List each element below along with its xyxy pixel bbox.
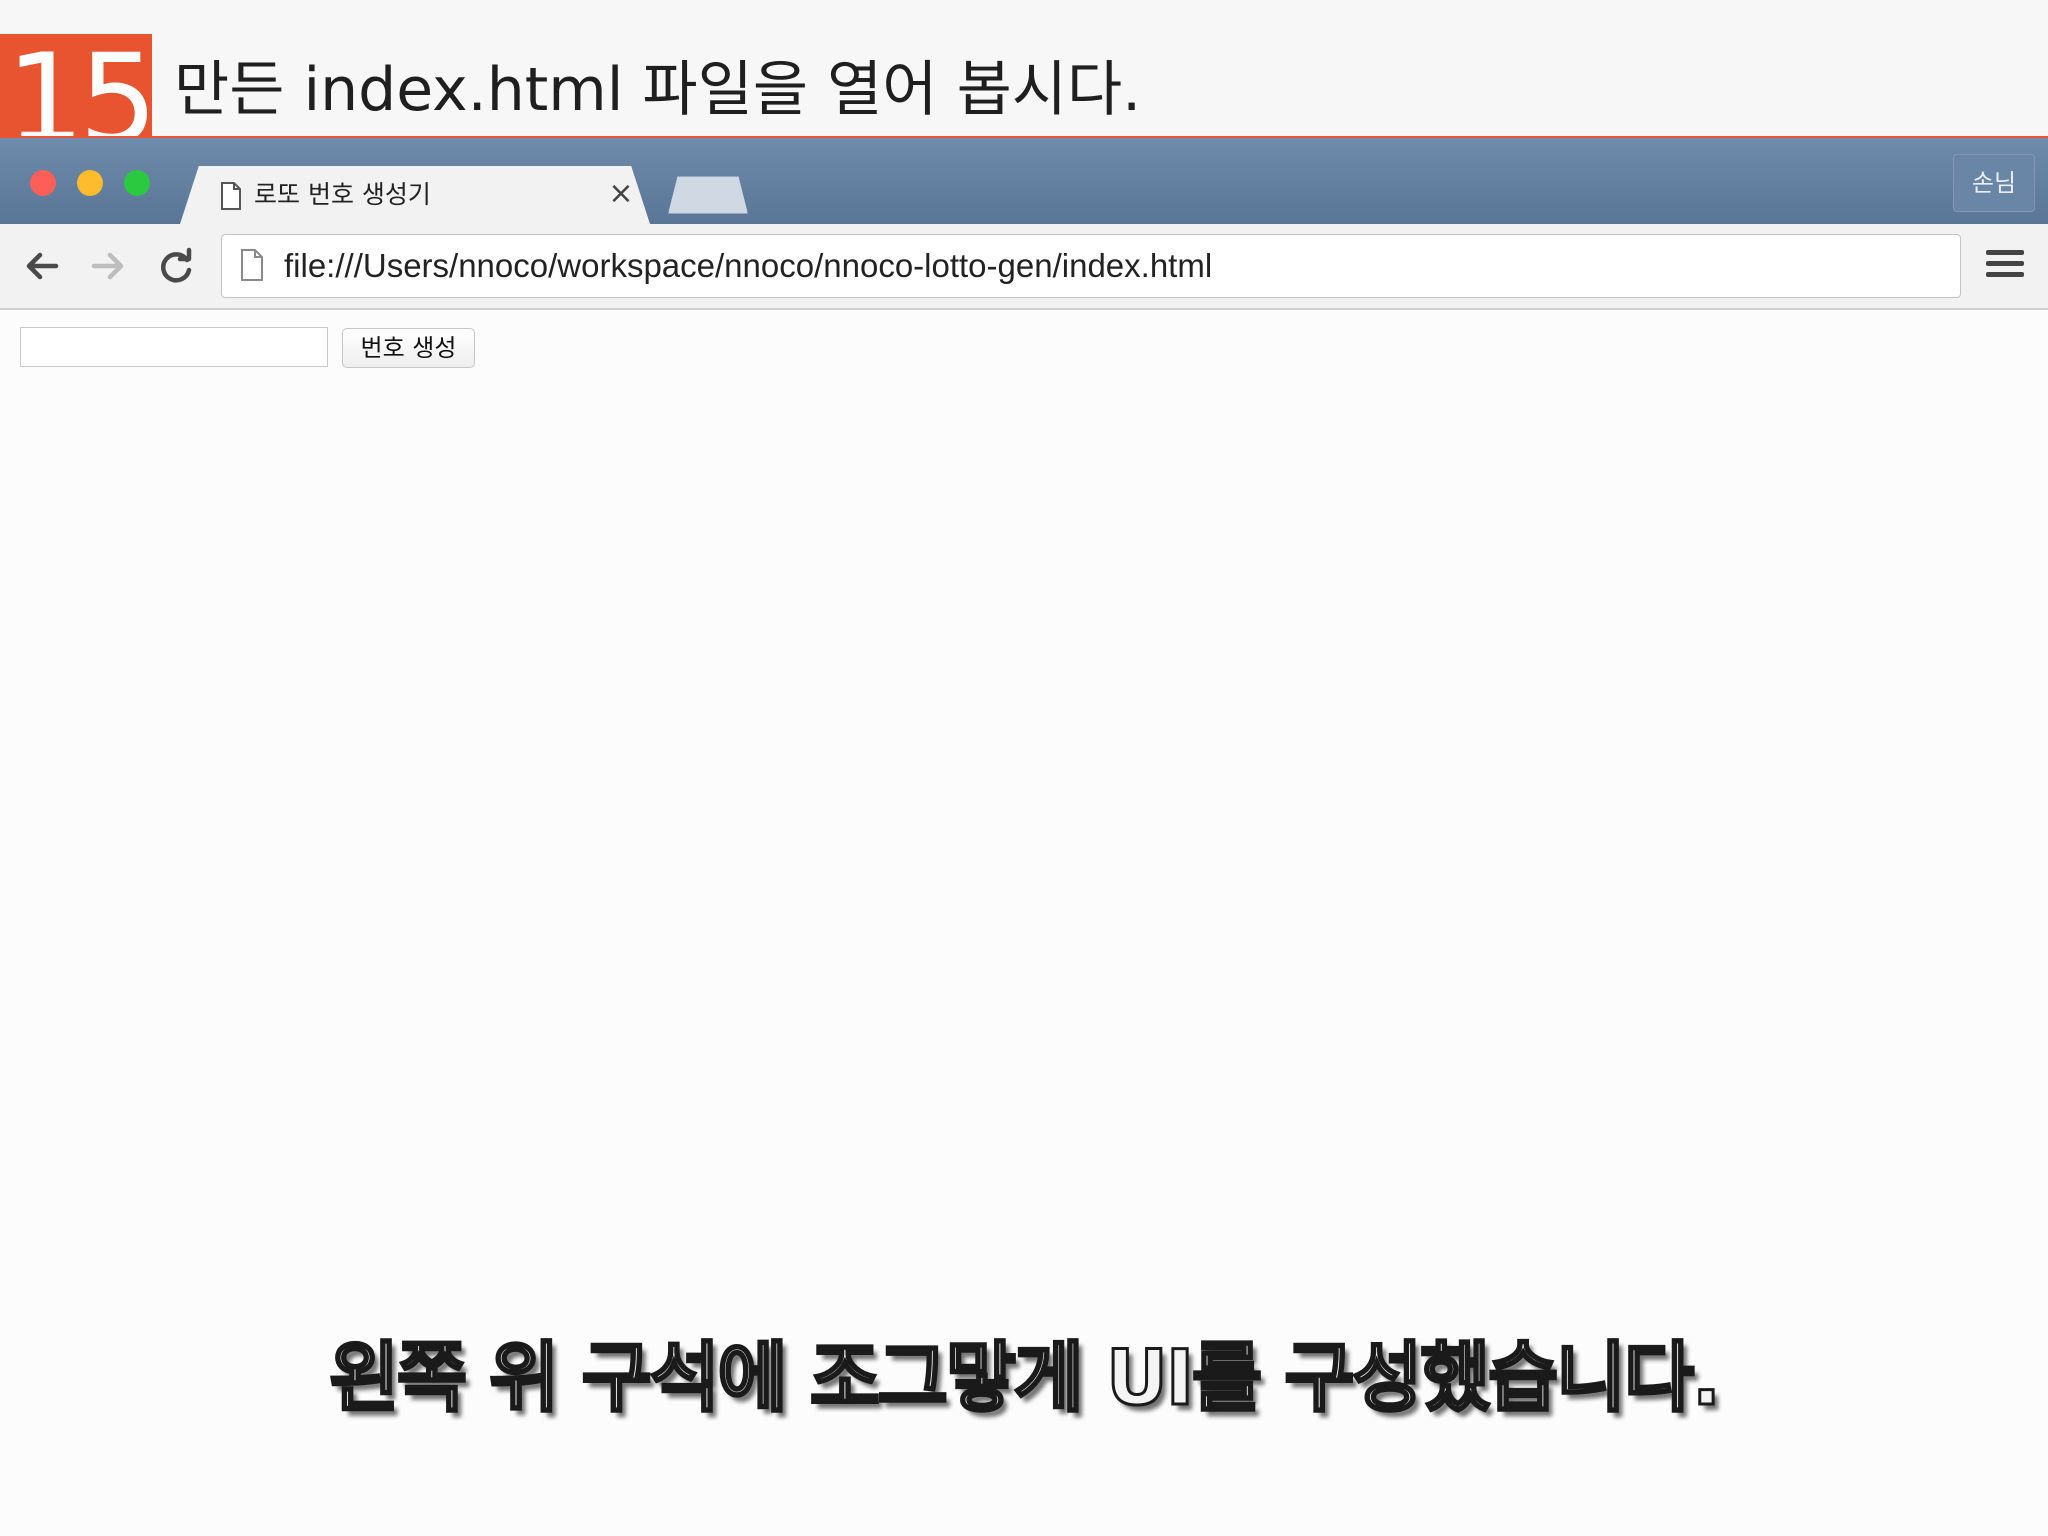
browser-window: 로또 번호 생성기 × 손님 file:///Users/nnoco/works… [0,138,2048,1536]
address-bar[interactable]: file:///Users/nnoco/workspace/nnoco/nnoc… [221,234,1961,298]
hamburger-menu-icon[interactable] [1986,250,2024,284]
close-window-button[interactable] [30,170,56,196]
page-icon [221,182,241,210]
number-output-field[interactable] [20,327,328,367]
tab-lotto-generator[interactable]: 로또 번호 생성기 × [180,166,650,224]
generate-numbers-button[interactable]: 번호 생성 [342,328,475,368]
address-url: file:///Users/nnoco/workspace/nnoco/nnoc… [284,247,1213,284]
forward-arrow-icon[interactable] [88,246,128,286]
page-icon [241,249,263,281]
maximize-window-button[interactable] [124,170,150,196]
browser-titlebar: 로또 번호 생성기 × 손님 [0,138,2048,224]
step-number-badge: 15 [0,34,152,137]
reload-icon[interactable] [156,246,196,286]
tab-title: 로또 번호 생성기 [254,180,431,209]
guest-profile-button[interactable]: 손님 [1953,154,2035,212]
browser-toolbar: file:///Users/nnoco/workspace/nnoco/nnoc… [0,224,2048,310]
slide-title: 만든 index.html 파일을 열어 봅시다. [174,55,1142,125]
tab-close-icon[interactable]: × [606,176,636,212]
subtitle-caption: 왼쪽 위 구석에 조그맣게 UI를 구성했습니다. [328,1332,1723,1424]
step-number: 15 [6,34,152,137]
back-arrow-icon[interactable] [22,246,62,286]
slide-header: 15 만든 index.html 파일을 열어 봅시다. [0,0,2048,138]
minimize-window-button[interactable] [77,170,103,196]
new-tab-button[interactable] [668,176,748,214]
